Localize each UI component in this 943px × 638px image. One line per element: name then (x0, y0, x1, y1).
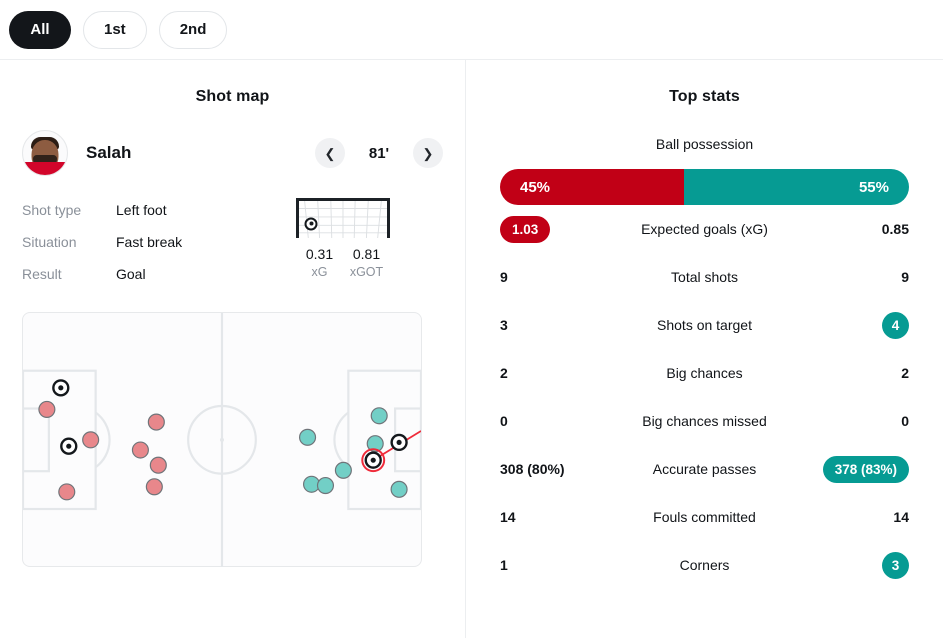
shot-map-title: Shot map (195, 88, 270, 105)
stat-name: Corners (679, 557, 730, 573)
stat-row: 1.03 Expected goals (xG) 0.85 (500, 205, 909, 253)
stat-name: Total shots (671, 269, 738, 285)
stat-value-home: 1 (500, 557, 508, 573)
player-name: Salah (86, 143, 132, 162)
tab-1st[interactable]: 1st (83, 10, 147, 49)
xg-cell: 0.31 xG (296, 246, 343, 279)
stat-name: Shots on target (657, 317, 752, 333)
shot-minute: 81' (368, 144, 390, 162)
stat-value-home: 2 (500, 365, 508, 381)
stat-badge: 3 (882, 551, 909, 579)
stat-row: 9 Total shots 9 (500, 253, 909, 301)
tab-2nd[interactable]: 2nd (158, 10, 228, 49)
top-stats-panel: Top stats Ball possession 45% 55% 1.03 Ex… (465, 60, 943, 638)
possession-home: 45% (500, 169, 685, 205)
detail-value: Goal (116, 266, 146, 282)
period-tab-bar: All 1st 2nd (0, 0, 943, 60)
xgot-value: 0.81 (352, 246, 381, 262)
detail-label: Situation (22, 234, 77, 250)
avatar-kit (23, 162, 67, 175)
detail-row-result: Result Goal (22, 258, 290, 290)
stat-name: Expected goals (xG) (641, 221, 768, 237)
xg-value: 0.31 (305, 246, 334, 262)
pitch-diagram[interactable] (22, 312, 422, 567)
possession-label: Ball possession (655, 136, 754, 152)
detail-value: Fast break (116, 234, 183, 250)
player-row: Salah ❮ 81' ❯ (0, 106, 465, 178)
stat-row: 14 Fouls committed 14 (500, 493, 909, 541)
stat-name: Fouls committed (653, 509, 756, 525)
stat-row: 3 Shots on target 4 (500, 301, 909, 349)
stat-rows: 1.03 Expected goals (xG) 0.85 9 Total shots 9… (500, 205, 909, 589)
xgot-label: xGOT (349, 265, 384, 279)
chevron-left-icon[interactable]: ❮ (315, 138, 345, 168)
stat-value-home: 0 (500, 413, 508, 429)
possession-bar: 45% 55% (500, 169, 909, 205)
detail-label: Shot type (22, 202, 82, 218)
tab-all[interactable]: All (9, 10, 71, 49)
shot-placement-marker (304, 217, 318, 231)
xg-values: 0.31 xG 0.81 xGOT (296, 246, 390, 279)
stat-name: Big chances missed (642, 413, 767, 429)
content-columns: Shot map Salah ❮ 81' ❯ Shot type Left fo… (0, 60, 943, 638)
stat-value-home: 308 (80%) (500, 461, 565, 477)
stat-value-away: 2 (901, 365, 909, 381)
stat-name: Accurate passes (652, 461, 757, 477)
pitch-wrap (0, 290, 465, 567)
detail-value: Left foot (116, 202, 167, 218)
stat-value-away: 0 (901, 413, 909, 429)
detail-row-shot-type: Shot type Left foot (22, 194, 290, 226)
stat-value-home: 9 (500, 269, 508, 285)
stat-value-home: 14 (500, 509, 516, 525)
stat-row: 2 Big chances 2 (500, 349, 909, 397)
detail-row-situation: Situation Fast break (22, 226, 290, 258)
stat-name: Big chances (666, 365, 743, 381)
detail-label: Result (22, 266, 62, 282)
shot-detail-table: Shot type Left foot Situation Fast break… (22, 194, 290, 290)
stats-list: Ball possession 45% 55% 1.03 Expected goa… (466, 136, 943, 589)
shot-map-panel: Shot map Salah ❮ 81' ❯ Shot type Left fo… (0, 60, 465, 638)
stat-row: 0 Big chances missed 0 (500, 397, 909, 445)
shot-detail-wrap: Shot type Left foot Situation Fast break… (0, 178, 465, 290)
goal-frame (296, 198, 390, 239)
xgot-cell: 0.81 xGOT (343, 246, 390, 279)
stat-value-away: 0.85 (881, 221, 909, 237)
player-avatar (22, 130, 68, 176)
shot-nav: ❮ 81' ❯ (315, 138, 443, 168)
stat-value-home: 1.03 (500, 215, 618, 243)
stat-value-away: 378 (83%) (791, 455, 909, 483)
stat-value-away: 4 (791, 311, 909, 339)
stat-row: 1 Corners 3 (500, 541, 909, 589)
xg-label: xG (311, 265, 328, 279)
stat-value-away: 9 (901, 269, 909, 285)
possession-away: 55% (684, 169, 909, 205)
stat-value-home: 3 (500, 317, 508, 333)
pitch-markings-icon (23, 313, 421, 567)
stat-badge: 1.03 (500, 215, 551, 243)
top-stats-title: Top stats (669, 88, 740, 105)
goal-mouth-diagram: 0.31 xG 0.81 xGOT (296, 194, 390, 290)
stat-row: 308 (80%) Accurate passes 378 (83%) (500, 445, 909, 493)
stat-value-away: 14 (893, 509, 909, 525)
stat-badge: 378 (83%) (822, 455, 909, 483)
chevron-right-icon[interactable]: ❯ (413, 138, 443, 168)
stat-badge: 4 (882, 311, 909, 339)
stat-value-away: 3 (791, 551, 909, 579)
